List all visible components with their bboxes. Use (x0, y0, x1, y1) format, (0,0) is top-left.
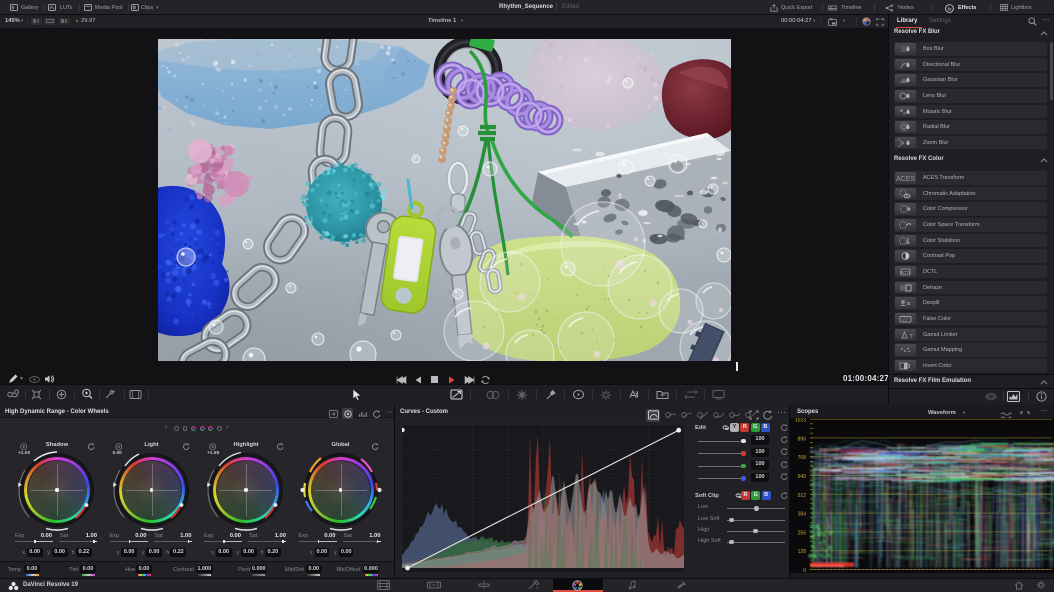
svg-text:128: 128 (798, 549, 807, 555)
svg-text:256: 256 (798, 530, 807, 536)
svg-text:1023: 1023 (795, 418, 806, 424)
svg-text:384: 384 (798, 512, 807, 518)
svg-text:512: 512 (798, 493, 807, 499)
svg-text:768: 768 (798, 455, 807, 461)
svg-text:ACES: ACES (896, 176, 915, 183)
svg-text:896: 896 (798, 436, 807, 442)
svg-text:T: T (910, 334, 914, 340)
svg-text:0: 0 (803, 568, 806, 573)
svg-text:640: 640 (798, 474, 807, 480)
svg-text:fx: fx (948, 6, 952, 12)
svg-text:DCTL: DCTL (900, 270, 912, 275)
